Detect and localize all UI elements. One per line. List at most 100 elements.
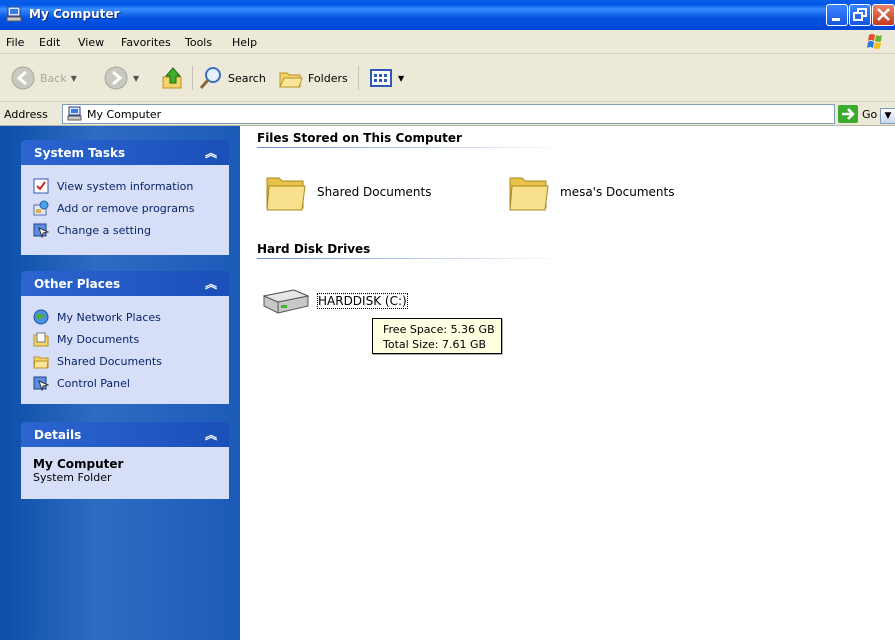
- place-label: Shared Documents: [57, 354, 162, 368]
- shared-folder-icon: [33, 356, 49, 369]
- address-label: Address: [4, 108, 48, 121]
- tooltip-total-size: Total Size: 7.61 GB: [383, 338, 487, 351]
- toolbar: Back ▼ ▼ Search Folders ▼: [0, 54, 895, 102]
- tooltip-free-space: Free Space: 5.36 GB: [383, 323, 495, 336]
- files-group-header: Files Stored on This Computer: [257, 131, 462, 145]
- address-input[interactable]: My Computer ▼: [62, 104, 895, 124]
- search-button[interactable]: Search: [198, 64, 266, 92]
- folder-label: mesa's Documents: [560, 185, 675, 199]
- go-arrow-icon: [838, 105, 858, 123]
- go-label: Go: [862, 107, 878, 121]
- place-label: My Documents: [57, 332, 140, 346]
- task-label: Change a setting: [57, 223, 151, 237]
- menu-view[interactable]: View: [78, 36, 104, 49]
- collapse-chevron-icon[interactable]: ︽: [205, 144, 217, 161]
- my-computer-icon: [67, 106, 82, 121]
- system-tasks-panel: System Tasks ︽ View system information A…: [21, 140, 229, 255]
- other-places-title: Other Places: [34, 277, 121, 291]
- folder-label: Shared Documents: [317, 185, 432, 199]
- drives-group-header: Hard Disk Drives: [257, 242, 371, 256]
- address-dropdown-button[interactable]: ▼: [880, 108, 895, 124]
- forward-arrow-icon: [104, 66, 128, 90]
- drive-label: HARDDISK (C:): [317, 293, 408, 309]
- details-body: My Computer System Folder: [21, 447, 229, 499]
- views-dropdown-icon[interactable]: ▼: [398, 74, 404, 83]
- drive-tooltip: Free Space: 5.36 GB Total Size: 7.61 GB: [372, 318, 502, 354]
- folders-button[interactable]: Folders: [278, 64, 348, 92]
- task-label: View system information: [57, 179, 194, 193]
- menu-edit[interactable]: Edit: [39, 36, 60, 49]
- drive-harddisk-c[interactable]: HARDDISK (C:): [260, 286, 408, 316]
- other-places-panel: Other Places ︽ My Network Places My Docu…: [21, 271, 229, 404]
- restore-button[interactable]: [849, 4, 871, 26]
- task-view-system-information[interactable]: View system information: [33, 175, 229, 197]
- restore-icon: [853, 8, 867, 21]
- other-places-header[interactable]: Other Places ︽: [21, 271, 229, 296]
- views-icon: [370, 69, 392, 87]
- details-header[interactable]: Details ︽: [21, 422, 229, 447]
- task-add-remove-programs[interactable]: Add or remove programs: [33, 197, 229, 219]
- place-shared-documents[interactable]: Shared Documents: [33, 350, 229, 372]
- forward-dropdown-icon[interactable]: ▼: [133, 74, 139, 83]
- folder-shared-documents[interactable]: Shared Documents: [265, 172, 431, 212]
- menu-favorites[interactable]: Favorites: [121, 36, 171, 49]
- other-places-body: My Network Places My Documents Shared Do…: [21, 296, 229, 404]
- toolbar-separator: [358, 66, 359, 90]
- network-places-icon: [33, 309, 49, 325]
- back-arrow-icon: [11, 66, 35, 90]
- control-panel-icon: [33, 223, 49, 238]
- toolbar-separator: [192, 66, 193, 90]
- content-pane: Files Stored on This Computer Shared Doc…: [240, 126, 895, 640]
- menu-file[interactable]: File: [6, 36, 24, 49]
- folder-icon: [266, 177, 306, 211]
- details-panel: Details ︽ My Computer System Folder: [21, 422, 229, 499]
- task-pane: System Tasks ︽ View system information A…: [0, 126, 240, 640]
- my-computer-icon: [6, 6, 22, 22]
- place-control-panel[interactable]: Control Panel: [33, 372, 229, 394]
- address-value: My Computer: [87, 107, 162, 121]
- minimize-icon: [832, 18, 840, 21]
- windows-logo-icon: [867, 34, 882, 49]
- views-button[interactable]: ▼: [368, 64, 404, 92]
- system-tasks-header[interactable]: System Tasks ︽: [21, 140, 229, 165]
- system-tasks-title: System Tasks: [34, 146, 126, 160]
- group-divider: [257, 147, 567, 148]
- address-bar: Address My Computer ▼ Go: [0, 102, 895, 126]
- hard-disk-icon: [262, 289, 310, 314]
- chevron-down-icon: ▼: [884, 111, 892, 121]
- up-folder-icon: [162, 67, 182, 89]
- collapse-chevron-icon[interactable]: ︽: [205, 275, 217, 292]
- title-bar: My Computer: [0, 0, 895, 30]
- task-change-a-setting[interactable]: Change a setting: [33, 219, 229, 241]
- back-label: Back: [40, 71, 67, 85]
- close-icon: [877, 8, 890, 21]
- task-label: Add or remove programs: [57, 201, 195, 215]
- control-panel-icon: [33, 376, 49, 391]
- details-item-type: System Folder: [33, 471, 112, 484]
- folder-mesas-documents[interactable]: mesa's Documents: [508, 172, 674, 212]
- group-divider: [257, 258, 567, 259]
- minimize-button[interactable]: [826, 4, 848, 26]
- my-documents-icon: [33, 332, 49, 347]
- folders-icon: [279, 72, 303, 88]
- forward-button[interactable]: ▼: [103, 64, 139, 92]
- details-item-name: My Computer: [33, 457, 124, 471]
- menu-help[interactable]: Help: [232, 36, 257, 49]
- system-tasks-body: View system information Add or remove pr…: [21, 165, 229, 255]
- folders-label: Folders: [308, 71, 348, 85]
- place-my-documents[interactable]: My Documents: [33, 328, 229, 350]
- menu-bar: File Edit View Favorites Tools Help: [0, 30, 895, 54]
- go-button[interactable]: Go: [838, 105, 877, 123]
- menu-tools[interactable]: Tools: [185, 36, 212, 49]
- place-label: Control Panel: [57, 376, 130, 390]
- back-button[interactable]: Back ▼: [10, 64, 77, 92]
- add-remove-programs-icon: [33, 200, 49, 216]
- back-dropdown-icon[interactable]: ▼: [71, 74, 77, 83]
- up-folder-button[interactable]: [160, 64, 186, 92]
- collapse-chevron-icon[interactable]: ︽: [205, 426, 217, 443]
- place-my-network-places[interactable]: My Network Places: [33, 306, 229, 328]
- system-information-icon: [33, 178, 49, 194]
- close-button[interactable]: [872, 4, 895, 26]
- folder-icon: [509, 177, 549, 211]
- search-icon: [199, 67, 221, 89]
